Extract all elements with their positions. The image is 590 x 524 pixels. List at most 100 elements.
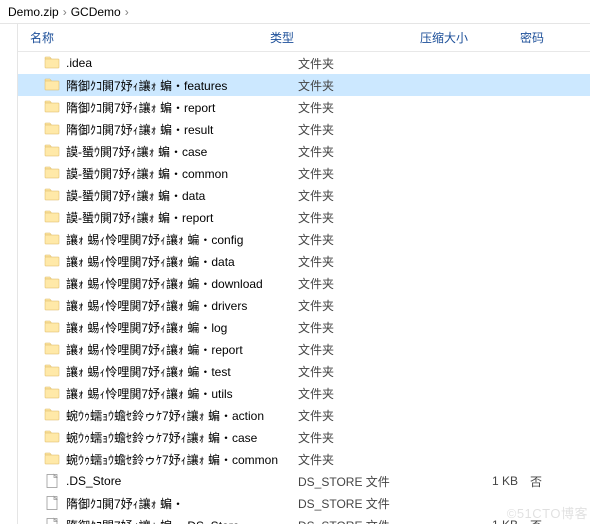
chevron-right-icon: › <box>63 5 67 19</box>
file-type: 文件夹 <box>298 121 448 138</box>
folder-icon <box>44 385 60 401</box>
file-name: 蜿ｳｩ蠕ｮｳ蟾ｾ鈴ゥｹ7妤ｨ讓ｫ 蝙・case <box>66 429 298 446</box>
column-header-type[interactable]: 类型 <box>270 29 420 46</box>
folder-icon <box>44 55 60 71</box>
file-name: 隋御ｸｺ閧7妤ｨ讓ｫ 蝙・report <box>66 99 298 116</box>
folder-icon <box>44 407 60 423</box>
file-type: 文件夹 <box>298 209 448 226</box>
file-name: 隋御ｸｺ閧7妤ｨ讓ｫ 蝙・features <box>66 77 298 94</box>
folder-icon <box>44 297 60 313</box>
file-type: DS_STORE 文件 <box>298 517 448 524</box>
folder-icon <box>44 121 60 137</box>
breadcrumb-item[interactable]: GCDemo <box>71 5 121 19</box>
list-item[interactable]: .idea文件夹 <box>18 52 590 74</box>
file-type: 文件夹 <box>298 297 448 314</box>
chevron-right-icon: › <box>125 5 129 19</box>
file-type: 文件夹 <box>298 341 448 358</box>
folder-icon <box>44 319 60 335</box>
breadcrumb-item[interactable]: Demo.zip <box>8 5 59 19</box>
file-type: 文件夹 <box>298 231 448 248</box>
file-name: 讓ｫ 蜴ｨ怜哩閧7妤ｨ讓ｫ 蝙・log <box>66 319 298 336</box>
file-type: DS_STORE 文件 <box>298 495 448 512</box>
column-header-name[interactable]: 名称 <box>30 29 270 46</box>
folder-icon <box>44 165 60 181</box>
list-item[interactable]: 讓ｫ 蜴ｨ怜哩閧7妤ｨ讓ｫ 蝙・download文件夹 <box>18 272 590 294</box>
file-type: 文件夹 <box>298 275 448 292</box>
folder-icon <box>44 231 60 247</box>
folder-icon <box>44 451 60 467</box>
list-item[interactable]: 讓ｫ 蜴ｨ怜哩閧7妤ｨ讓ｫ 蝙・test文件夹 <box>18 360 590 382</box>
file-type: 文件夹 <box>298 99 448 116</box>
file-name: 讓ｫ 蜴ｨ怜哩閧7妤ｨ讓ｫ 蝙・data <box>66 253 298 270</box>
list-item[interactable]: 蜿ｳｩ蠕ｮｳ蟾ｾ鈴ゥｹ7妤ｨ讓ｫ 蝙・action文件夹 <box>18 404 590 426</box>
list-item[interactable]: 謨-蜑ｳ閧7妤ｨ讓ｫ 蝙・common文件夹 <box>18 162 590 184</box>
file-name: 謨-蜑ｳ閧7妤ｨ讓ｫ 蝙・case <box>66 143 298 160</box>
file-name: .idea <box>66 56 298 70</box>
file-name: 謨-蜑ｳ閧7妤ｨ讓ｫ 蝙・report <box>66 209 298 226</box>
list-item[interactable]: 讓ｫ 蜴ｨ怜哩閧7妤ｨ讓ｫ 蝙・data文件夹 <box>18 250 590 272</box>
folder-icon <box>44 209 60 225</box>
list-item[interactable]: 讓ｫ 蜴ｨ怜哩閧7妤ｨ讓ｫ 蝙・report文件夹 <box>18 338 590 360</box>
watermark: ©51CTO博客 <box>507 503 588 522</box>
list-item[interactable]: 謨-蜑ｳ閧7妤ｨ讓ｫ 蝙・case文件夹 <box>18 140 590 162</box>
breadcrumb: Demo.zip › GCDemo › <box>0 0 590 24</box>
file-name: 蜿ｳｩ蠕ｮｳ蟾ｾ鈴ゥｹ7妤ｨ讓ｫ 蝙・common <box>66 451 298 468</box>
file-name: 隋御ｸｺ閧7妤ｨ讓ｫ 蝙・.DS_Store <box>66 517 298 524</box>
file-name: 讓ｫ 蜴ｨ怜哩閧7妤ｨ讓ｫ 蝙・report <box>66 341 298 358</box>
file-name: 讓ｫ 蜴ｨ怜哩閧7妤ｨ讓ｫ 蝙・drivers <box>66 297 298 314</box>
list-item[interactable]: 讓ｫ 蜴ｨ怜哩閧7妤ｨ讓ｫ 蝙・config文件夹 <box>18 228 590 250</box>
list-item[interactable]: 讓ｫ 蜴ｨ怜哩閧7妤ｨ讓ｫ 蝙・log文件夹 <box>18 316 590 338</box>
list-item[interactable]: 蜿ｳｩ蠕ｮｳ蟾ｾ鈴ゥｹ7妤ｨ讓ｫ 蝙・case文件夹 <box>18 426 590 448</box>
file-size: 1 KB <box>448 474 530 488</box>
file-encrypted: 否 <box>530 473 570 490</box>
list-item[interactable]: .DS_StoreDS_STORE 文件1 KB否 <box>18 470 590 492</box>
folder-icon <box>44 99 60 115</box>
file-type: 文件夹 <box>298 451 448 468</box>
file-type: 文件夹 <box>298 77 448 94</box>
list-item[interactable]: 隋御ｸｺ閧7妤ｨ讓ｫ 蝙・report文件夹 <box>18 96 590 118</box>
column-header-size[interactable]: 压缩大小 <box>420 29 520 46</box>
sidebar-fragment: p <box>0 24 18 524</box>
file-name: 讓ｫ 蜴ｨ怜哩閧7妤ｨ讓ｫ 蝙・utils <box>66 385 298 402</box>
file-type: 文件夹 <box>298 319 448 336</box>
list-item[interactable]: 謨-蜑ｳ閧7妤ｨ讓ｫ 蝙・data文件夹 <box>18 184 590 206</box>
file-type: 文件夹 <box>298 429 448 446</box>
file-type: 文件夹 <box>298 363 448 380</box>
folder-icon <box>44 187 60 203</box>
file-type: 文件夹 <box>298 55 448 72</box>
list-item[interactable]: 讓ｫ 蜴ｨ怜哩閧7妤ｨ讓ｫ 蝙・drivers文件夹 <box>18 294 590 316</box>
file-name: 蜿ｳｩ蠕ｮｳ蟾ｾ鈴ゥｹ7妤ｨ讓ｫ 蝙・action <box>66 407 298 424</box>
column-header-row: 名称 类型 压缩大小 密码 <box>0 24 590 52</box>
file-icon <box>44 473 60 489</box>
file-name: 隋御ｸｺ閧7妤ｨ讓ｫ 蝙・result <box>66 121 298 138</box>
file-type: 文件夹 <box>298 385 448 402</box>
file-type: DS_STORE 文件 <box>298 473 448 490</box>
file-icon <box>44 495 60 511</box>
folder-icon <box>44 341 60 357</box>
list-item[interactable]: 隋御ｸｺ閧7妤ｨ讓ｫ 蝙・features文件夹 <box>18 74 590 96</box>
file-type: 文件夹 <box>298 165 448 182</box>
folder-icon <box>44 77 60 93</box>
folder-icon <box>44 275 60 291</box>
list-item[interactable]: 隋御ｸｺ閧7妤ｨ讓ｫ 蝙・DS_STORE 文件 <box>18 492 590 514</box>
column-header-encrypted[interactable]: 密码 <box>520 29 570 46</box>
file-name: 謨-蜑ｳ閧7妤ｨ讓ｫ 蝙・data <box>66 187 298 204</box>
file-name: 讓ｫ 蜴ｨ怜哩閧7妤ｨ讓ｫ 蝙・config <box>66 231 298 248</box>
folder-icon <box>44 143 60 159</box>
list-item[interactable]: 讓ｫ 蜴ｨ怜哩閧7妤ｨ讓ｫ 蝙・utils文件夹 <box>18 382 590 404</box>
folder-icon <box>44 429 60 445</box>
file-name: 謨-蜑ｳ閧7妤ｨ讓ｫ 蝙・common <box>66 165 298 182</box>
file-type: 文件夹 <box>298 143 448 160</box>
folder-icon <box>44 363 60 379</box>
list-item[interactable]: 隋御ｸｺ閧7妤ｨ讓ｫ 蝙・.DS_StoreDS_STORE 文件1 KB否 <box>18 514 590 524</box>
file-name: 隋御ｸｺ閧7妤ｨ讓ｫ 蝙・ <box>66 495 298 512</box>
file-type: 文件夹 <box>298 407 448 424</box>
file-name: 讓ｫ 蜴ｨ怜哩閧7妤ｨ讓ｫ 蝙・test <box>66 363 298 380</box>
list-item[interactable]: 謨-蜑ｳ閧7妤ｨ讓ｫ 蝙・report文件夹 <box>18 206 590 228</box>
file-name: .DS_Store <box>66 474 298 488</box>
file-icon <box>44 517 60 524</box>
list-item[interactable]: 蜿ｳｩ蠕ｮｳ蟾ｾ鈴ゥｹ7妤ｨ讓ｫ 蝙・common文件夹 <box>18 448 590 470</box>
file-name: 讓ｫ 蜴ｨ怜哩閧7妤ｨ讓ｫ 蝙・download <box>66 275 298 292</box>
file-type: 文件夹 <box>298 253 448 270</box>
list-item[interactable]: 隋御ｸｺ閧7妤ｨ讓ｫ 蝙・result文件夹 <box>18 118 590 140</box>
